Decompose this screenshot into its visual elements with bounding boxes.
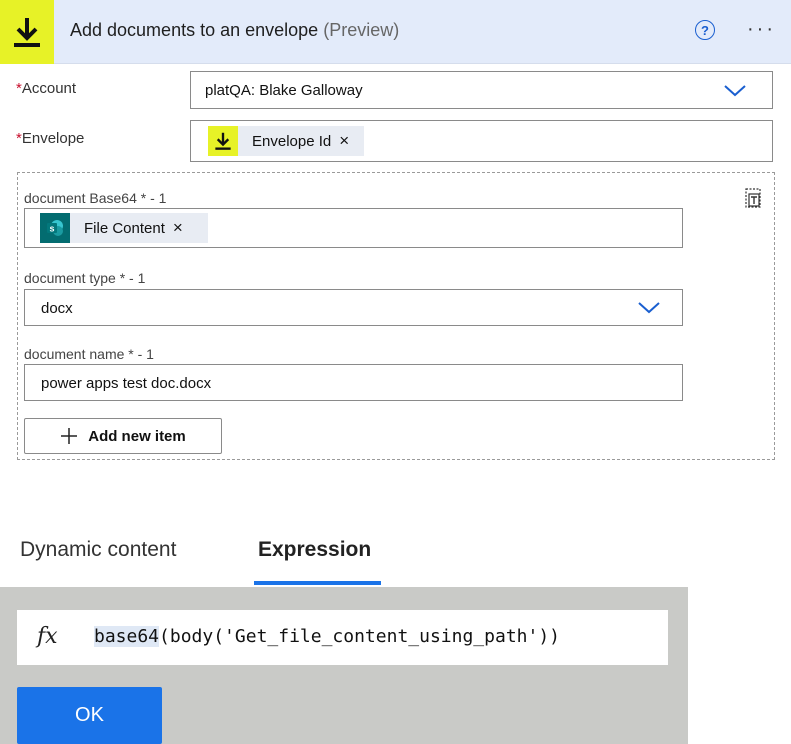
- file-content-token-label: File Content: [84, 219, 165, 237]
- document-type-value: docx: [41, 300, 73, 317]
- document-base64-field[interactable]: s File Content ×: [24, 208, 683, 248]
- close-icon[interactable]: ×: [339, 131, 349, 151]
- envelope-id-token-label: Envelope Id: [252, 132, 332, 150]
- envelope-field[interactable]: Envelope Id ×: [190, 120, 773, 162]
- help-icon[interactable]: ?: [695, 20, 715, 40]
- expression-input[interactable]: fx base64(body('Get_file_content_using_p…: [17, 610, 668, 665]
- envelope-label-text: Envelope: [21, 130, 85, 147]
- plus-icon: [61, 428, 78, 444]
- more-options-icon[interactable]: ···: [747, 18, 776, 41]
- add-new-item-button[interactable]: Add new item: [24, 418, 222, 454]
- tab-dynamic-content[interactable]: Dynamic content: [20, 538, 176, 562]
- document-name-value: power apps test doc.docx: [41, 375, 212, 392]
- account-value: platQA: Blake Galloway: [205, 82, 363, 99]
- add-new-item-label: Add new item: [88, 427, 186, 445]
- sharepoint-icon: s: [40, 213, 70, 243]
- ok-button[interactable]: OK: [17, 687, 162, 744]
- action-header[interactable]: Add documents to an envelope (Preview) ?…: [0, 0, 791, 64]
- expression-text: base64(body('Get_file_content_using_path…: [94, 626, 560, 647]
- close-icon[interactable]: ×: [173, 218, 183, 238]
- account-label-text: Account: [21, 80, 77, 97]
- account-label: *Account: [16, 80, 76, 97]
- document-base64-label: document Base64 * - 1: [24, 190, 167, 206]
- file-content-token[interactable]: s File Content ×: [40, 213, 208, 243]
- preview-tag: (Preview): [323, 20, 400, 40]
- active-tab-indicator: [254, 581, 381, 585]
- chevron-down-icon[interactable]: [637, 301, 661, 315]
- expression-function-name: base64: [94, 626, 160, 647]
- envelope-id-token[interactable]: Envelope Id ×: [208, 126, 364, 156]
- document-type-select[interactable]: docx: [24, 289, 683, 326]
- tab-expression[interactable]: Expression: [258, 538, 371, 562]
- download-icon: [208, 126, 238, 156]
- document-type-label: document type * - 1: [24, 270, 146, 286]
- expression-arguments: (body('Get_file_content_using_path')): [159, 626, 560, 647]
- action-title: Add documents to an envelope (Preview): [70, 20, 399, 41]
- switch-to-text-mode-icon[interactable]: [743, 188, 763, 208]
- download-icon: [0, 0, 54, 64]
- document-name-input[interactable]: power apps test doc.docx: [24, 364, 683, 401]
- action-title-text: Add documents to an envelope: [70, 20, 319, 40]
- chevron-down-icon[interactable]: [723, 84, 747, 98]
- sharepoint-icon-letter: s: [49, 224, 54, 234]
- document-name-label: document name * - 1: [24, 346, 154, 362]
- account-select[interactable]: platQA: Blake Galloway: [190, 71, 773, 109]
- envelope-label: *Envelope: [16, 130, 84, 147]
- function-fx-icon: fx: [37, 624, 58, 649]
